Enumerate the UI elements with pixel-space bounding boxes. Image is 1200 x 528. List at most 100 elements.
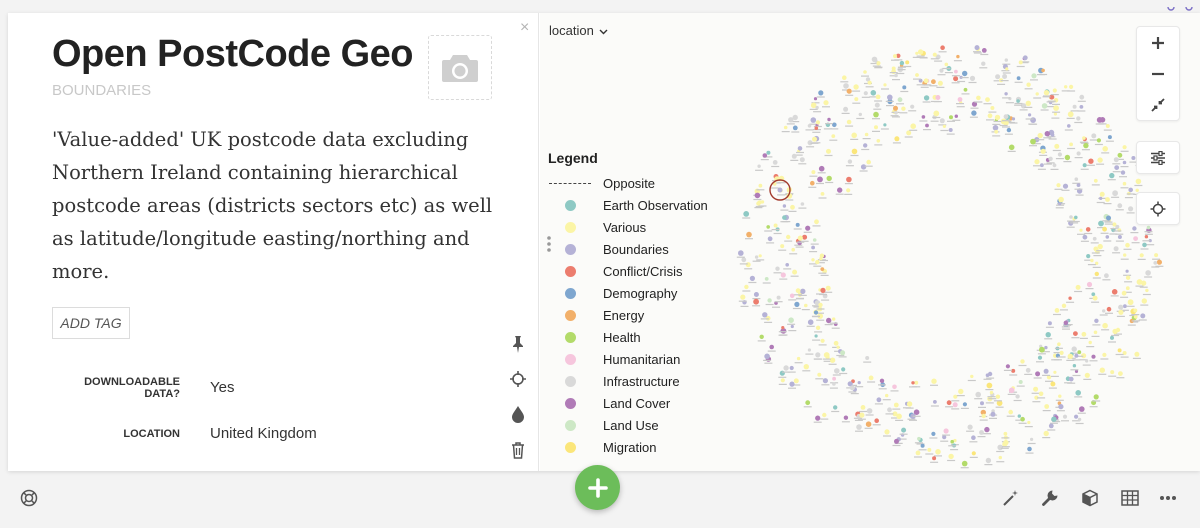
- network-node[interactable]: [824, 148, 833, 157]
- network-node[interactable]: [813, 352, 822, 360]
- network-node[interactable]: [744, 262, 753, 270]
- network-node[interactable]: [929, 431, 938, 439]
- network-node[interactable]: [925, 447, 934, 455]
- network-node[interactable]: [944, 66, 953, 74]
- network-node[interactable]: [841, 106, 850, 114]
- network-node[interactable]: [878, 382, 887, 390]
- network-node[interactable]: [773, 227, 782, 235]
- network-node[interactable]: [1045, 321, 1054, 328]
- wrench-icon[interactable]: [1040, 488, 1060, 508]
- network-node[interactable]: [892, 402, 901, 410]
- network-node[interactable]: [1092, 394, 1101, 402]
- network-node[interactable]: [872, 111, 880, 120]
- network-node[interactable]: [1120, 181, 1129, 189]
- network-node[interactable]: [1050, 370, 1059, 377]
- network-node[interactable]: [960, 70, 969, 79]
- network-node[interactable]: [762, 277, 771, 284]
- network-node[interactable]: [845, 119, 854, 127]
- network-node[interactable]: [1138, 313, 1147, 321]
- network-node[interactable]: [1115, 235, 1124, 242]
- network-node[interactable]: [1137, 253, 1146, 260]
- trash-icon[interactable]: [508, 441, 528, 464]
- network-node[interactable]: [1036, 132, 1045, 141]
- network-node[interactable]: [1131, 236, 1140, 244]
- network-node[interactable]: [1037, 391, 1046, 399]
- network-node[interactable]: [816, 176, 824, 185]
- network-node[interactable]: [968, 75, 977, 84]
- network-node[interactable]: [766, 236, 775, 244]
- network-node[interactable]: [1112, 157, 1121, 165]
- network-node[interactable]: [903, 60, 912, 68]
- network-node[interactable]: [1030, 73, 1038, 81]
- network-node[interactable]: [885, 94, 894, 103]
- network-node[interactable]: [850, 132, 859, 141]
- network-node[interactable]: [855, 424, 863, 432]
- network-node[interactable]: [908, 104, 917, 112]
- network-node[interactable]: [811, 97, 820, 104]
- network-node[interactable]: [1055, 152, 1064, 160]
- network-node[interactable]: [996, 455, 1005, 463]
- network-node[interactable]: [1080, 234, 1089, 242]
- network-node[interactable]: [774, 295, 783, 303]
- network-node[interactable]: [812, 334, 821, 341]
- network-node[interactable]: [1025, 113, 1034, 120]
- network-node[interactable]: [753, 192, 762, 201]
- network-node[interactable]: [844, 188, 853, 195]
- network-node[interactable]: [794, 356, 803, 364]
- network-node[interactable]: [947, 453, 956, 462]
- network-node[interactable]: [1107, 172, 1116, 181]
- network-node[interactable]: [885, 407, 894, 415]
- network-node[interactable]: [739, 257, 748, 265]
- network-node[interactable]: [922, 95, 931, 103]
- network-node[interactable]: [773, 266, 782, 274]
- network-node[interactable]: [1072, 177, 1081, 184]
- network-node[interactable]: [738, 294, 747, 302]
- network-node[interactable]: [951, 76, 960, 84]
- network-node[interactable]: [967, 374, 976, 382]
- network-node[interactable]: [1047, 423, 1056, 431]
- network-node[interactable]: [736, 250, 745, 258]
- network-node[interactable]: [818, 192, 827, 199]
- network-node[interactable]: [961, 87, 970, 95]
- network-node[interactable]: [914, 450, 922, 458]
- network-node[interactable]: [742, 284, 751, 292]
- network-node[interactable]: [1085, 281, 1094, 290]
- network-node[interactable]: [1112, 246, 1121, 254]
- network-node[interactable]: [892, 136, 901, 144]
- color-drop-icon[interactable]: [508, 405, 528, 428]
- network-node[interactable]: [850, 148, 859, 157]
- network-node[interactable]: [1110, 289, 1119, 297]
- network-node[interactable]: [883, 429, 891, 437]
- network-node[interactable]: [1108, 335, 1116, 343]
- network-node[interactable]: [1146, 239, 1155, 246]
- network-node[interactable]: [1036, 355, 1044, 363]
- network-node[interactable]: [805, 124, 814, 131]
- network-node[interactable]: [1096, 196, 1105, 204]
- network-node[interactable]: [1144, 270, 1153, 278]
- network-node[interactable]: [781, 125, 790, 133]
- network-node[interactable]: [1032, 395, 1041, 403]
- network-node[interactable]: [1101, 146, 1110, 154]
- network-node[interactable]: [771, 223, 780, 231]
- network-node[interactable]: [788, 204, 797, 212]
- network-node[interactable]: [791, 125, 800, 133]
- network-node[interactable]: [930, 378, 938, 386]
- network-node[interactable]: [793, 222, 802, 230]
- network-node[interactable]: [1048, 381, 1057, 389]
- network-node[interactable]: [1070, 104, 1079, 112]
- add-element-button[interactable]: [575, 465, 620, 510]
- network-node[interactable]: [872, 125, 880, 132]
- network-node[interactable]: [1027, 437, 1036, 445]
- network-node[interactable]: [1001, 431, 1010, 439]
- network-node[interactable]: [899, 427, 908, 435]
- network-node[interactable]: [812, 219, 821, 227]
- network-node[interactable]: [1013, 394, 1022, 402]
- network-node[interactable]: [1134, 178, 1143, 187]
- network-node[interactable]: [1123, 242, 1132, 250]
- network-node[interactable]: [798, 202, 807, 209]
- network-node[interactable]: [1126, 299, 1135, 307]
- network-node[interactable]: [1094, 138, 1103, 146]
- network-node[interactable]: [787, 317, 796, 325]
- network-node[interactable]: [1103, 124, 1112, 131]
- network-node[interactable]: [809, 117, 818, 125]
